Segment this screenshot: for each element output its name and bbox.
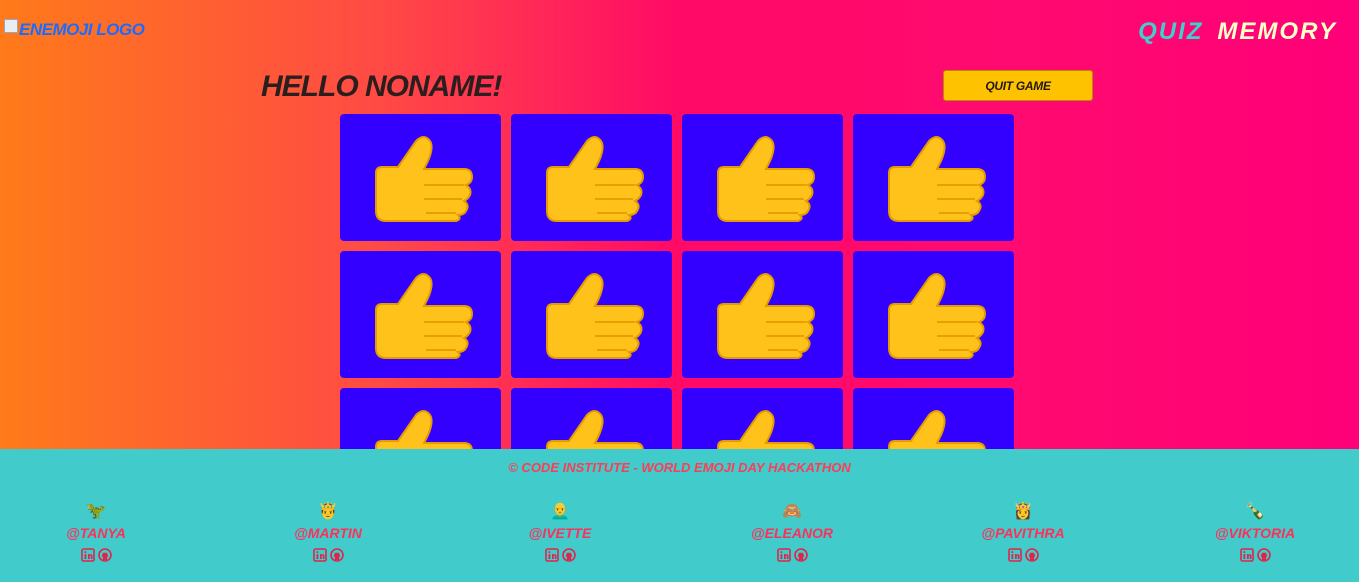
member-emoji: 🙈 [782,501,802,520]
thumbs-up-icon [374,272,473,359]
team-member: 👨‍🦲 @IVETTE [500,501,620,562]
nav-link-quiz[interactable]: QUIZ [1138,18,1203,46]
linkedin-icon[interactable] [776,547,791,562]
member-emoji: 🍾 [1245,501,1265,520]
member-handle[interactable]: @MARTIN [268,525,388,541]
github-icon[interactable] [329,547,344,562]
member-emoji: 👨‍🦲 [550,501,570,520]
team-member: 🦖 @TANYA [36,501,156,562]
main-nav: QUIZ MEMORY [1138,18,1337,46]
member-handle[interactable]: @PAVITHRA [963,525,1083,541]
github-icon[interactable] [793,547,808,562]
memory-card[interactable] [340,114,501,241]
member-emoji: 🤴 [318,501,338,520]
footer: © Code Institute - World Emoji Day Hacka… [0,449,1359,582]
github-icon[interactable] [97,547,112,562]
github-icon[interactable] [1024,547,1039,562]
thumbs-up-icon [716,272,815,359]
thumbs-up-icon [374,135,473,222]
github-icon[interactable] [1256,547,1271,562]
linkedin-icon[interactable] [312,547,327,562]
linkedin-icon[interactable] [1007,547,1022,562]
member-handle[interactable]: @IVETTE [500,525,620,541]
linkedin-icon[interactable] [1239,547,1254,562]
memory-card[interactable] [853,114,1014,241]
quit-game-button[interactable]: QUIT GAME [943,70,1093,101]
logo-alt-text: enemoji logo [19,20,145,39]
member-handle[interactable]: @ELEANOR [732,525,852,541]
linkedin-icon[interactable] [80,547,95,562]
team-member: 🙈 @ELEANOR [732,501,852,562]
memory-card[interactable] [682,251,843,378]
thumbs-up-icon [887,135,986,222]
team-member: 👸 @PAVITHRA [963,501,1083,562]
memory-card[interactable] [340,251,501,378]
logo[interactable]: enemoji logo [4,19,145,40]
thumbs-up-icon [887,272,986,359]
memory-card[interactable] [511,251,672,378]
member-handle[interactable]: @VIKTORIA [1195,525,1315,541]
team-member: 🤴 @MARTIN [268,501,388,562]
linkedin-icon[interactable] [544,547,559,562]
thumbs-up-icon [545,135,644,222]
nav-link-memory[interactable]: MEMORY [1217,18,1337,46]
copyright-text: © Code Institute - World Emoji Day Hacka… [508,460,851,475]
member-handle[interactable]: @TANYA [36,525,156,541]
memory-card[interactable] [682,114,843,241]
thumbs-up-icon [545,272,644,359]
greeting-title: HELLO NONAME! [261,70,502,103]
member-emoji: 👸 [1013,501,1033,520]
member-emoji: 🦖 [86,501,106,520]
memory-card[interactable] [511,114,672,241]
team-member: 🍾 @VIKTORIA [1195,501,1315,562]
broken-image-icon [4,19,18,33]
memory-card[interactable] [853,251,1014,378]
github-icon[interactable] [561,547,576,562]
thumbs-up-icon [716,135,815,222]
